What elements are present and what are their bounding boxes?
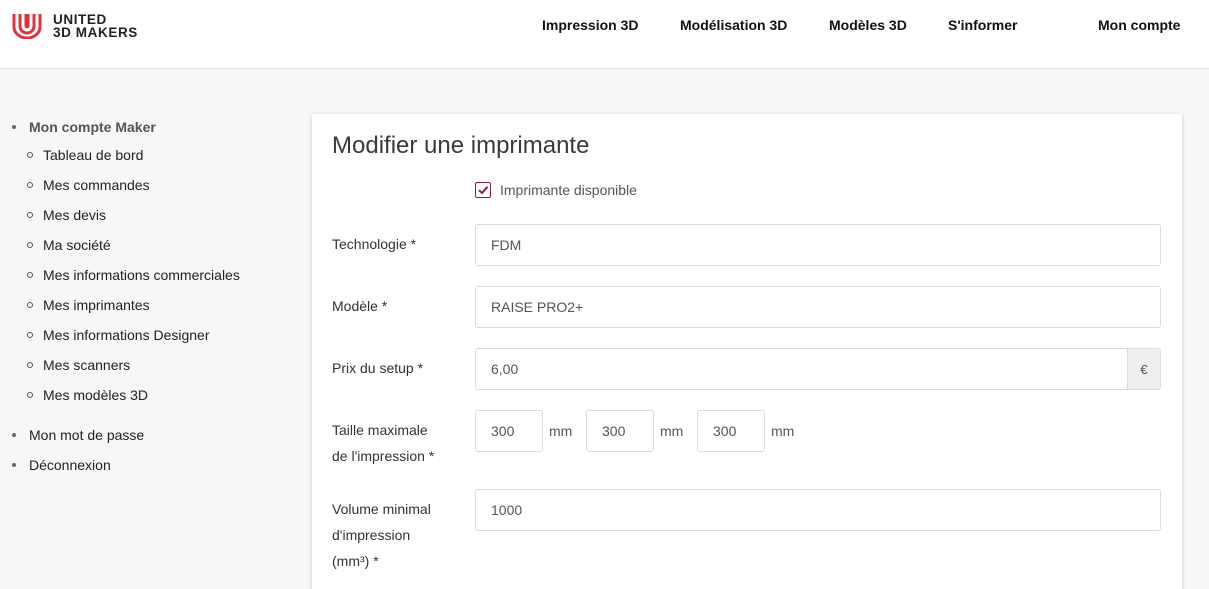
taille-label-line-1: Taille maximale xyxy=(332,422,428,438)
logo-line-1: UNITED xyxy=(53,11,107,27)
sidebar-item-maker[interactable]: Mon compte Maker xyxy=(12,119,156,135)
sidebar-item-label: Mes scanners xyxy=(43,357,131,373)
technologie-label: Technologie * xyxy=(332,236,417,252)
sidebar-item-mes-commandes[interactable]: Mes commandes xyxy=(27,177,150,193)
circle-bullet xyxy=(27,182,33,188)
bullet xyxy=(12,463,16,467)
sidebar-item-mon-mot-de-passe[interactable]: Mon mot de passe xyxy=(12,427,144,443)
checkmark-icon xyxy=(478,186,489,195)
taille-x-input[interactable]: 300 xyxy=(475,410,543,452)
volume-label-line-2: d'impression xyxy=(332,527,411,543)
volume-label-line-3: (mm³) * xyxy=(332,553,379,569)
edit-printer-card: Modifier une imprimante Imprimante dispo… xyxy=(312,114,1182,589)
circle-bullet xyxy=(27,302,33,308)
bullet xyxy=(12,433,16,437)
taille-x-unit: mm xyxy=(549,423,573,439)
circle-bullet xyxy=(27,332,33,338)
circle-bullet xyxy=(27,272,33,278)
circle-bullet xyxy=(27,362,33,368)
taille-z-unit: mm xyxy=(771,423,795,439)
top-bar: UNITED 3D MAKERS Impression 3D Modélisat… xyxy=(0,0,1209,69)
nav-modelisation-3d[interactable]: Modélisation 3D xyxy=(680,17,787,33)
sidebar-item-label: Mes imprimantes xyxy=(43,297,150,313)
sidebar-item-mes-devis[interactable]: Mes devis xyxy=(27,207,106,223)
sidebar-item-tableau-de-bord[interactable]: Tableau de bord xyxy=(27,147,143,163)
circle-bullet xyxy=(27,152,33,158)
available-checkbox-row[interactable]: Imprimante disponible xyxy=(475,182,637,198)
nav-impression-3d[interactable]: Impression 3D xyxy=(542,17,638,33)
logo-text: UNITED 3D MAKERS xyxy=(53,11,138,40)
sidebar-item-ma-societe[interactable]: Ma société xyxy=(27,237,111,253)
sidebar-item-label: Mes devis xyxy=(43,207,107,223)
sidebar-item-label: Ma société xyxy=(43,237,111,253)
modele-input[interactable]: RAISE PRO2+ xyxy=(475,286,1161,328)
circle-bullet xyxy=(27,392,33,398)
technologie-select[interactable]: FDM xyxy=(475,224,1161,266)
sidebar-item-mes-informations-commerciales[interactable]: Mes informations commerciales xyxy=(27,267,240,283)
sidebar-item-mes-scanners[interactable]: Mes scanners xyxy=(27,357,130,373)
sidebar-item-label: Mon mot de passe xyxy=(29,427,145,443)
volume-label-line-1: Volume minimal xyxy=(332,501,431,517)
sidebar-item-mes-imprimantes[interactable]: Mes imprimantes xyxy=(27,297,150,313)
united-3d-makers-logo-icon xyxy=(12,14,42,39)
bullet xyxy=(12,125,16,129)
sidebar-item-mes-modeles-3d[interactable]: Mes modèles 3D xyxy=(27,387,148,403)
euro-addon: € xyxy=(1128,348,1161,390)
sidebar-item-label: Mes informations Designer xyxy=(43,327,210,343)
volume-minimal-input[interactable]: 1000 xyxy=(475,489,1161,531)
modele-label: Modèle * xyxy=(332,298,388,314)
taille-z-input[interactable]: 300 xyxy=(697,410,765,452)
sidebar-item-deconnexion[interactable]: Déconnexion xyxy=(12,457,111,473)
taille-y-unit: mm xyxy=(660,423,684,439)
sidebar-item-mes-informations-designer[interactable]: Mes informations Designer xyxy=(27,327,210,343)
prix-setup-input[interactable]: 6,00 xyxy=(475,348,1128,390)
nav-mon-compte[interactable]: Mon compte xyxy=(1098,17,1180,33)
nav-s-informer[interactable]: S'informer xyxy=(948,17,1017,33)
available-label: Imprimante disponible xyxy=(500,182,637,198)
taille-label-line-2: de l'impression * xyxy=(332,448,435,464)
sidebar-item-label: Mes informations commerciales xyxy=(43,267,240,283)
circle-bullet xyxy=(27,242,33,248)
taille-maximale-label: Taille maximale de l'impression * xyxy=(332,417,434,469)
sidebar-item-label: Déconnexion xyxy=(29,457,111,473)
sidebar-item-label: Mon compte Maker xyxy=(29,119,156,135)
logo[interactable]: UNITED 3D MAKERS xyxy=(11,12,138,39)
logo-line-2: 3D MAKERS xyxy=(53,24,138,40)
circle-bullet xyxy=(27,212,33,218)
page-title: Modifier une imprimante xyxy=(332,132,590,159)
volume-minimal-label: Volume minimal d'impression (mm³) * xyxy=(332,496,431,574)
available-checkbox[interactable] xyxy=(475,182,491,198)
sidebar-item-label: Mes commandes xyxy=(43,177,150,193)
sidebar-item-label: Mes modèles 3D xyxy=(43,387,149,403)
prix-setup-label: Prix du setup * xyxy=(332,360,424,376)
taille-y-input[interactable]: 300 xyxy=(586,410,654,452)
sidebar-item-label: Tableau de bord xyxy=(43,147,144,163)
nav-modeles-3d[interactable]: Modèles 3D xyxy=(829,17,907,33)
